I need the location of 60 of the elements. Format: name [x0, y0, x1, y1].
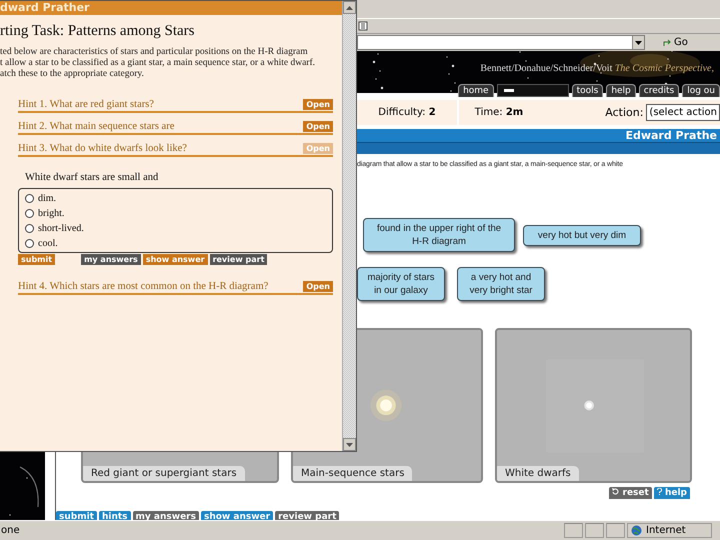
hint-title[interactable]: Hint 2. What main sequence stars are — [18, 120, 174, 132]
hint-button[interactable]: review part — [210, 254, 268, 265]
draggable-label[interactable]: found in the upper right of the H-R diagram — [363, 218, 515, 252]
nav-dropdown[interactable] — [496, 84, 569, 97]
hint-button[interactable]: my answers — [81, 254, 141, 265]
status-panel — [606, 523, 625, 538]
address-field[interactable] — [357, 35, 645, 50]
nav-tab[interactable]: help — [606, 84, 636, 97]
radio-button[interactable] — [25, 238, 34, 248]
globe-icon — [631, 525, 642, 536]
arrow-icon — [663, 38, 672, 47]
help-icon — [656, 488, 662, 495]
draggable-label[interactable]: very hot but very dim — [523, 224, 641, 246]
radio-button[interactable] — [25, 224, 34, 232]
drop-zone-label: White dwarfs — [497, 466, 579, 481]
open-button[interactable]: Open — [303, 98, 333, 110]
status-text: one — [0, 525, 21, 536]
scroll-up-icon[interactable] — [343, 1, 356, 14]
undo-icon — [612, 488, 620, 495]
option-label: short-lived. — [38, 222, 84, 234]
help-button[interactable]: help — [654, 487, 690, 499]
nav-tab[interactable]: tools — [572, 84, 604, 97]
drop-zone-label: Red giant or supergiant stars — [83, 466, 245, 481]
radio-button[interactable] — [25, 194, 34, 202]
nav-tab[interactable]: home — [458, 84, 494, 97]
open-button[interactable]: Open — [303, 120, 333, 132]
hint-button[interactable]: submit — [18, 254, 56, 265]
task-heading: rting Task: Patterns among Stars — [0, 23, 196, 40]
option-label: cool. — [38, 238, 58, 248]
hint-title[interactable]: Hint 4. Which stars are most common on the H-R diagram? — [18, 280, 268, 292]
hint-title[interactable]: Hint 3. What do white dwarfs look like? — [18, 142, 187, 154]
open-button[interactable]: Open — [303, 280, 333, 292]
hint-button[interactable]: show answer — [142, 254, 208, 265]
window-title: dward Prather — [0, 1, 342, 15]
reset-button[interactable]: reset — [609, 487, 652, 499]
option-label: dim. — [38, 192, 56, 204]
hint-question: White dwarf stars are small and — [25, 172, 160, 183]
drop-zone[interactable]: White dwarfs — [495, 328, 692, 483]
nav-tab[interactable]: log ou — [682, 84, 720, 97]
go-button[interactable]: Go — [659, 37, 692, 48]
intro-text: ted below are characteristics of stars and particular positions on the H-R diagram — [0, 47, 309, 58]
scroll-down-icon[interactable] — [343, 438, 356, 451]
draggable-label[interactable]: a very hot and very bright star — [457, 267, 545, 301]
draggable-label[interactable]: majority of stars in our galaxy — [357, 267, 445, 301]
dropdown-icon[interactable] — [632, 36, 644, 49]
status-panel — [585, 523, 604, 538]
time-text: Time: 2m — [474, 106, 524, 120]
option-label: bright. — [38, 208, 64, 218]
drop-zone-label: Main-sequence stars — [293, 466, 412, 481]
book-credit: Bennett/Donahue/Schneider/Voit The Cosmic Perspective, — [480, 62, 714, 74]
action-label: Action: — [605, 106, 644, 119]
radio-button[interactable] — [25, 208, 34, 218]
zone-text: Internet — [646, 525, 686, 536]
page-icon[interactable] — [358, 21, 368, 31]
status-panel — [564, 523, 583, 538]
hint-title[interactable]: Hint 1. What are red giant stars? — [18, 98, 154, 110]
nav-tab[interactable]: credits — [638, 84, 680, 97]
intro-text: t allow a star to be classified as a giant star, a main sequence star, or a white dwarf. — [0, 58, 316, 69]
action-select[interactable]: (select action — [646, 104, 720, 121]
intro-text: atch these to the appropriate category. — [0, 69, 145, 80]
